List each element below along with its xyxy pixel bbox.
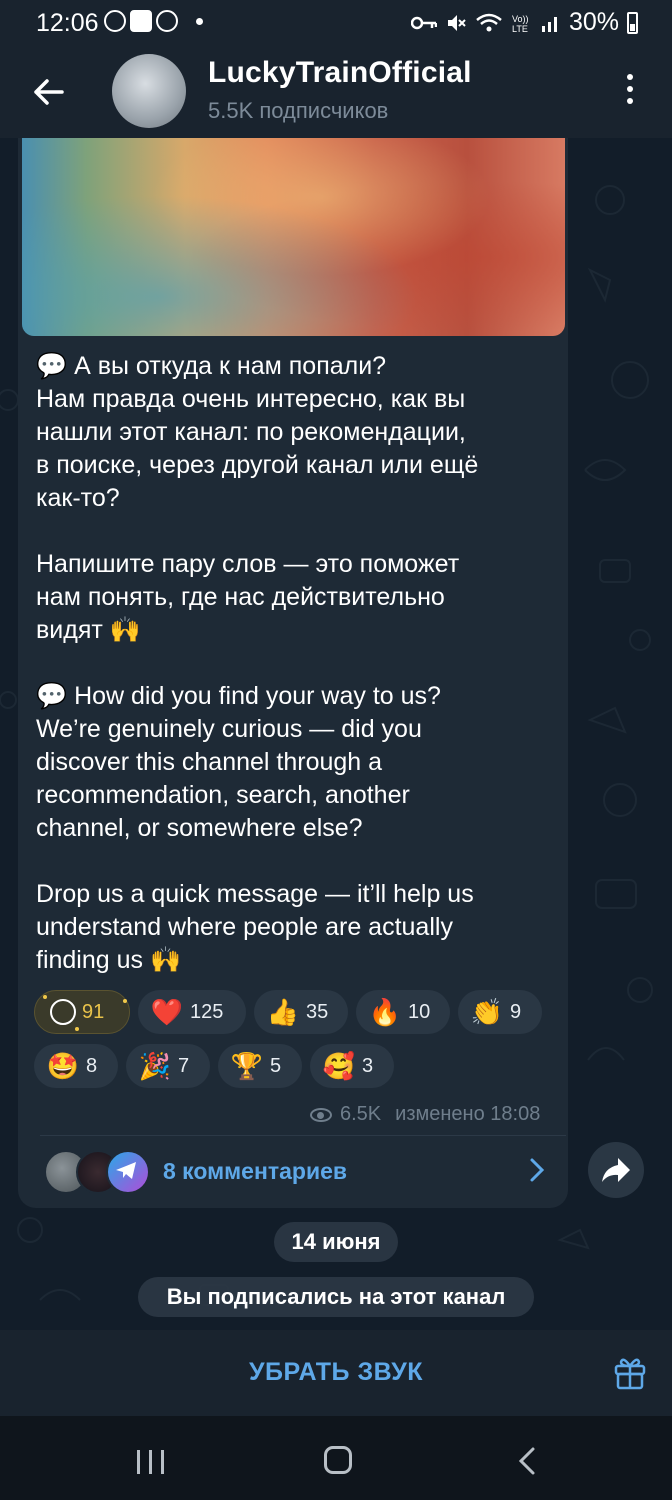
chevron-right-icon — [530, 1158, 545, 1182]
reaction-thumbs-up[interactable]: 👍 35 — [254, 990, 348, 1034]
post-paragraph: 💬 А вы откуда к нам попали? Нам правда о… — [36, 350, 556, 515]
share-arrow-icon — [602, 1158, 630, 1182]
reaction-count: 91 — [82, 1000, 105, 1023]
reaction-clap[interactable]: 👏 9 — [458, 990, 542, 1034]
comments-button[interactable]: 8 комментариев — [18, 1136, 568, 1206]
text-line: нашли этот канал: по рекомендации, — [36, 418, 466, 446]
text-line: understand where people are actually — [36, 913, 453, 941]
reaction-count: 5 — [270, 1054, 282, 1077]
battery-icon — [627, 11, 638, 34]
key-icon — [410, 16, 437, 29]
text-line: channel, or somewhere else? — [36, 814, 363, 842]
text-line: 💬 А вы откуда к нам попали? — [36, 352, 387, 380]
text-line: recommendation, search, another — [36, 781, 410, 809]
reaction-count: 8 — [86, 1054, 98, 1077]
share-button[interactable] — [588, 1142, 644, 1198]
status-bar: 12:06 Vo)) LTE 30% — [0, 0, 672, 46]
eye-icon — [310, 1107, 332, 1122]
recent-apps-button[interactable] — [137, 1450, 165, 1474]
text-line: нам понять, где нас действительно — [36, 583, 445, 611]
channel-avatar[interactable] — [112, 54, 186, 128]
star-reaction-icon — [50, 999, 76, 1025]
reaction-count: 10 — [408, 1000, 431, 1023]
subscriber-count: 5.5K подписчиков — [208, 98, 389, 123]
thumbs-up-icon: 👍 — [266, 997, 300, 1027]
reaction-count: 35 — [306, 1000, 329, 1023]
reaction-trophy[interactable]: 🏆 5 — [218, 1044, 302, 1088]
text-line: finding us 🙌 — [36, 946, 182, 974]
text-line: видят 🙌 — [36, 616, 141, 644]
post-paragraph: 💬 How did you find your way to us? We’re… — [36, 680, 556, 845]
channel-post[interactable]: 💬 А вы откуда к нам попали? Нам правда о… — [18, 138, 568, 1208]
post-paragraph: Напишите пару слов — это поможет нам пон… — [36, 548, 556, 647]
trophy-icon: 🏆 — [230, 1051, 264, 1081]
text-line: Напишите пару слов — это поможет — [36, 550, 460, 578]
reaction-count: 7 — [178, 1054, 190, 1077]
reaction-count: 3 — [362, 1054, 374, 1077]
post-text: 💬 А вы откуда к нам попали? Нам правда о… — [36, 350, 556, 1010]
volte-icon: Vo))LTE — [512, 14, 529, 34]
gift-icon[interactable] — [613, 1354, 647, 1390]
channel-title[interactable]: LuckyTrainOfficial — [208, 56, 472, 90]
status-time: 12:06 — [36, 9, 99, 37]
channel-header: LuckyTrainOfficial 5.5K подписчиков — [0, 46, 672, 138]
bottom-action-bar: УБРАТЬ ЗВУК — [0, 1330, 672, 1416]
dot-icon — [196, 17, 203, 25]
signal-icon — [541, 16, 557, 32]
gallery-icon — [130, 10, 152, 32]
comments-label: 8 комментариев — [163, 1158, 348, 1184]
reaction-party[interactable]: 🎉 7 — [126, 1044, 210, 1088]
back-arrow-icon[interactable] — [28, 72, 68, 112]
svg-text:Vo)): Vo)) — [512, 14, 529, 24]
edited-time: изменено 18:08 — [395, 1103, 541, 1125]
whatsapp-icon — [104, 10, 126, 32]
post-paragraph: Drop us a quick message — it’ll help us … — [36, 878, 556, 977]
party-popper-icon: 🎉 — [138, 1051, 172, 1081]
reaction-star-struck[interactable]: 🤩 8 — [34, 1044, 118, 1088]
more-menu-icon[interactable] — [620, 74, 640, 110]
text-line: We’re genuinely curious — did you — [36, 715, 422, 743]
whatsapp-icon — [156, 10, 178, 32]
smiling-hearts-icon: 🥰 — [322, 1051, 356, 1081]
date-separator: 14 июня — [274, 1222, 398, 1262]
reaction-heart[interactable]: ❤️ 125 — [138, 990, 246, 1034]
text-line: в поиске, через другой канал или ещё — [36, 451, 479, 479]
reaction-star[interactable]: 91 — [34, 990, 130, 1034]
telegram-icon — [106, 1150, 150, 1194]
home-button[interactable] — [324, 1446, 352, 1474]
system-icons: Vo)) LTE 30% — [410, 8, 638, 37]
text-line: как-то? — [36, 484, 120, 512]
service-message: Вы подписались на этот канал — [138, 1277, 534, 1317]
svg-text:LTE: LTE — [512, 24, 528, 34]
reaction-smiling-hearts[interactable]: 🥰 3 — [310, 1044, 394, 1088]
heart-icon: ❤️ — [150, 997, 184, 1027]
text-line: discover this channel through a — [36, 748, 383, 776]
reaction-count: 9 — [510, 1000, 522, 1023]
wifi-icon — [476, 13, 502, 31]
text-line: Нам правда очень интересно, как вы — [36, 385, 466, 413]
reaction-fire[interactable]: 🔥 10 — [356, 990, 450, 1034]
post-media-image[interactable] — [22, 138, 565, 336]
post-meta: 6.5K изменено 18:08 — [310, 1103, 540, 1126]
clap-icon: 👏 — [470, 997, 504, 1027]
battery-percent: 30% — [568, 8, 619, 36]
star-struck-icon: 🤩 — [46, 1051, 80, 1081]
nav-back-icon[interactable] — [516, 1446, 540, 1476]
reaction-count: 125 — [190, 1000, 224, 1023]
text-line: 💬 How did you find your way to us? — [36, 682, 441, 710]
notification-icons — [104, 10, 203, 32]
mute-icon — [447, 14, 466, 31]
text-line: Drop us a quick message — it’ll help us — [36, 880, 474, 908]
system-navigation-bar — [0, 1416, 672, 1500]
view-count: 6.5K — [340, 1103, 382, 1125]
fire-icon: 🔥 — [368, 997, 402, 1027]
mute-button[interactable]: УБРАТЬ ЗВУК — [0, 1330, 672, 1416]
